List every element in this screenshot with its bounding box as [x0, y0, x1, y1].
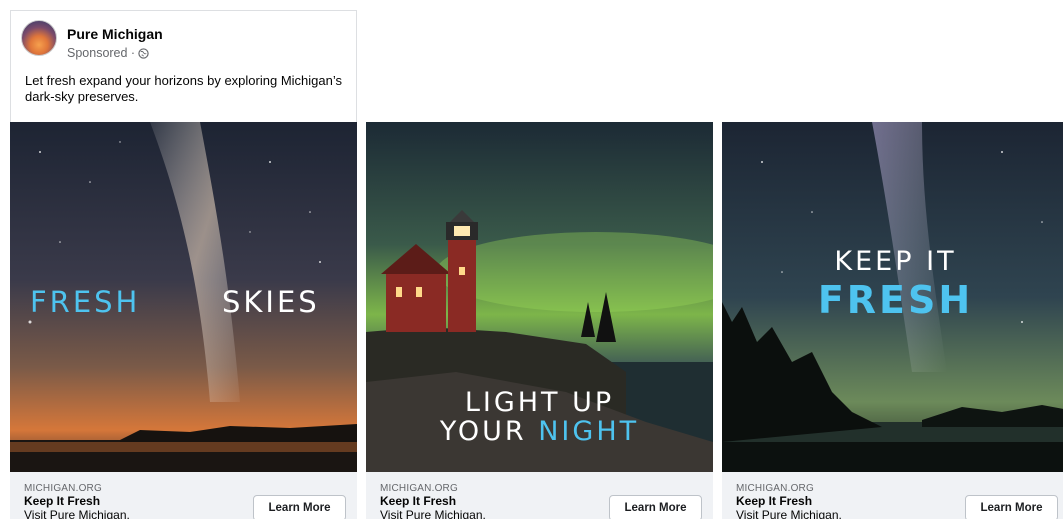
globe-icon [138, 47, 149, 59]
overlay-text-night: NIGHT [538, 416, 640, 447]
card-domain: MICHIGAN.ORG [24, 483, 102, 494]
sponsored-text: Sponsored · [67, 46, 136, 60]
card-headline[interactable]: Keep It Fresh [736, 494, 812, 508]
card-headline[interactable]: Keep It Fresh [24, 494, 100, 508]
card-image-night-lake[interactable]: KEEP IT FRESH [722, 122, 1063, 472]
card-description: Visit Pure Michigan. [380, 508, 486, 519]
card-image-milky-way[interactable]: FRESH SKIES [10, 122, 357, 472]
post-header: Pure Michigan Sponsored · Let fresh expa… [10, 10, 357, 122]
card-domain: MICHIGAN.ORG [380, 483, 458, 494]
card-image-lighthouse[interactable]: LIGHT UP YOUR NIGHT [366, 122, 713, 472]
card-description: Visit Pure Michigan. [736, 508, 842, 519]
page-name[interactable]: Pure Michigan [67, 26, 163, 42]
card-footer: MICHIGAN.ORG Keep It Fresh Visit Pure Mi… [10, 472, 357, 519]
avatar[interactable] [21, 20, 57, 56]
carousel-card-2[interactable]: LIGHT UP YOUR NIGHT MICHIGAN.ORG Keep It… [366, 122, 713, 519]
card-footer: MICHIGAN.ORG Keep It Fresh Visit Pure Mi… [366, 472, 713, 519]
overlay-text-fresh: FRESH [817, 278, 974, 322]
sponsored-label: Sponsored · [67, 46, 149, 60]
carousel-card-3[interactable]: KEEP IT FRESH MICHIGAN.ORG Keep It Fresh… [722, 122, 1063, 519]
overlay-text-keep-it: KEEP IT [834, 246, 957, 277]
learn-more-button[interactable]: Learn More [253, 495, 346, 519]
overlay-text-fresh: FRESH [30, 285, 141, 319]
card-headline[interactable]: Keep It Fresh [380, 494, 456, 508]
post-text: Let fresh expand your horizons by explor… [25, 73, 342, 104]
carousel-card-1[interactable]: FRESH SKIES MICHIGAN.ORG Keep It Fresh V… [10, 122, 357, 519]
overlay-text-light-up: LIGHT UP [464, 387, 615, 418]
card-description: Visit Pure Michigan. [24, 508, 130, 519]
card-domain: MICHIGAN.ORG [736, 483, 814, 494]
overlay-text-your-night: YOUR NIGHT [366, 418, 713, 446]
learn-more-button[interactable]: Learn More [609, 495, 702, 519]
overlay-text-your: YOUR [439, 416, 539, 447]
learn-more-button[interactable]: Learn More [965, 495, 1058, 519]
overlay-text-skies: SKIES [222, 285, 320, 319]
card-footer: MICHIGAN.ORG Keep It Fresh Visit Pure Mi… [722, 472, 1063, 519]
